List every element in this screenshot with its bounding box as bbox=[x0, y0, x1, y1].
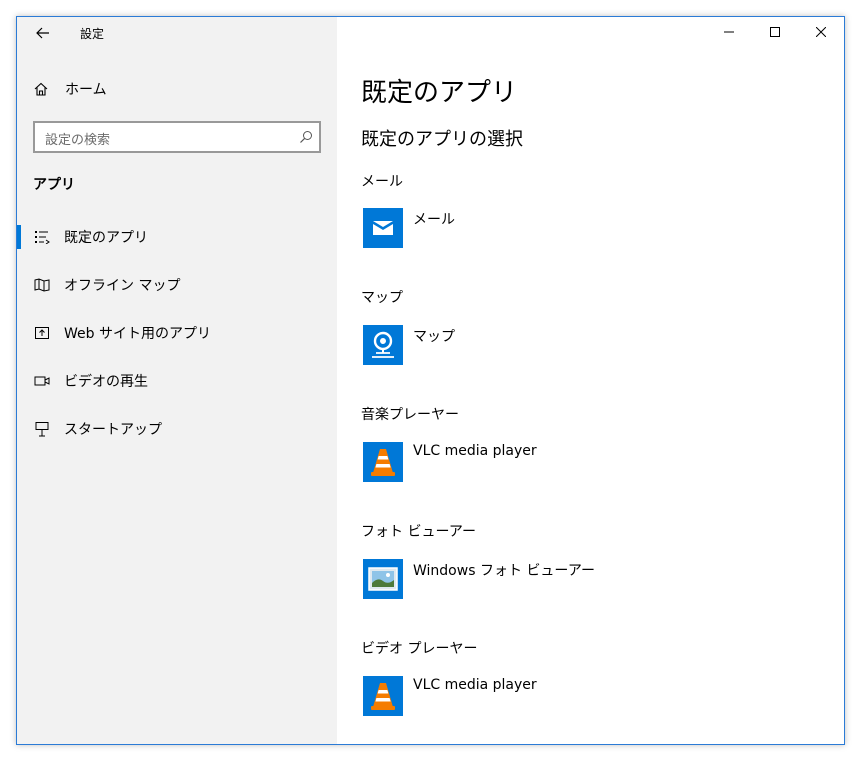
sidebar-item-website-apps[interactable]: Web サイト用のアプリ bbox=[17, 309, 337, 357]
vlc-icon bbox=[363, 442, 403, 482]
default-app-maps[interactable]: マップ bbox=[363, 325, 455, 365]
default-app-photo-viewer[interactable]: Windows フォト ビューアー bbox=[363, 559, 595, 599]
category-label-music-player: 音楽プレーヤー bbox=[361, 407, 459, 423]
sidebar: 設定 ホーム 設定の検索 アプリ 既定のアプリ オフライン マップ Web サイ… bbox=[17, 17, 337, 744]
app-name: メール bbox=[413, 212, 455, 228]
sidebar-item-default-apps[interactable]: 既定のアプリ bbox=[17, 213, 337, 261]
video-icon bbox=[33, 372, 51, 390]
default-app-mail[interactable]: メール bbox=[363, 208, 455, 248]
sidebar-item-video-playback[interactable]: ビデオの再生 bbox=[17, 357, 337, 405]
photo-viewer-icon bbox=[363, 559, 403, 599]
sidebar-item-label: スタートアップ bbox=[64, 422, 162, 438]
sidebar-item-offline-maps[interactable]: オフライン マップ bbox=[17, 261, 337, 309]
close-button[interactable] bbox=[798, 17, 844, 47]
back-button[interactable] bbox=[31, 24, 55, 42]
maximize-icon bbox=[770, 27, 780, 37]
app-name: マップ bbox=[413, 329, 455, 345]
search-placeholder: 設定の検索 bbox=[45, 133, 111, 148]
search-icon bbox=[300, 131, 312, 143]
website-apps-icon bbox=[33, 324, 51, 342]
window-controls bbox=[706, 17, 844, 47]
app-name: VLC media player bbox=[413, 677, 537, 693]
sidebar-item-label: 既定のアプリ bbox=[64, 230, 148, 246]
home-nav-item[interactable]: ホーム bbox=[33, 77, 313, 101]
maps-app-icon bbox=[363, 325, 403, 365]
default-apps-icon bbox=[33, 228, 51, 246]
main-content: 既定のアプリ 既定のアプリの選択 メール メール マップ マップ 音楽プレーヤー… bbox=[337, 17, 844, 744]
home-icon bbox=[34, 82, 48, 96]
maximize-button[interactable] bbox=[752, 17, 798, 47]
offline-map-icon bbox=[33, 276, 51, 294]
back-arrow-icon bbox=[36, 27, 49, 39]
sidebar-item-label: オフライン マップ bbox=[64, 278, 181, 294]
minimize-icon bbox=[724, 31, 734, 33]
minimize-button[interactable] bbox=[706, 17, 752, 47]
default-app-video-player[interactable]: VLC media player bbox=[363, 676, 537, 716]
category-label-photo-viewer: フォト ビューアー bbox=[361, 524, 477, 540]
vlc-icon bbox=[363, 676, 403, 716]
category-label-maps: マップ bbox=[361, 290, 403, 306]
startup-icon bbox=[33, 420, 51, 438]
app-name: VLC media player bbox=[413, 443, 537, 459]
page-title: 既定のアプリ bbox=[361, 78, 518, 108]
settings-window: 設定 ホーム 設定の検索 アプリ 既定のアプリ オフライン マップ Web サイ… bbox=[16, 16, 845, 745]
mail-app-icon bbox=[363, 208, 403, 248]
home-label: ホーム bbox=[65, 82, 107, 98]
sidebar-item-label: Web サイト用のアプリ bbox=[64, 326, 211, 342]
section-title-apps: アプリ bbox=[33, 177, 75, 193]
category-label-video-player: ビデオ プレーヤー bbox=[361, 641, 478, 657]
category-label-mail: メール bbox=[361, 174, 403, 190]
sidebar-item-label: ビデオの再生 bbox=[64, 374, 148, 390]
close-icon bbox=[816, 27, 826, 37]
sidebar-nav: 既定のアプリ オフライン マップ Web サイト用のアプリ ビデオの再生 スター… bbox=[17, 213, 337, 453]
app-name: Windows フォト ビューアー bbox=[413, 563, 595, 579]
window-title: 設定 bbox=[80, 27, 105, 41]
default-app-music-player[interactable]: VLC media player bbox=[363, 442, 537, 482]
section-subtitle: 既定のアプリの選択 bbox=[361, 129, 523, 150]
search-input[interactable]: 設定の検索 bbox=[33, 121, 321, 153]
sidebar-item-startup[interactable]: スタートアップ bbox=[17, 405, 337, 453]
